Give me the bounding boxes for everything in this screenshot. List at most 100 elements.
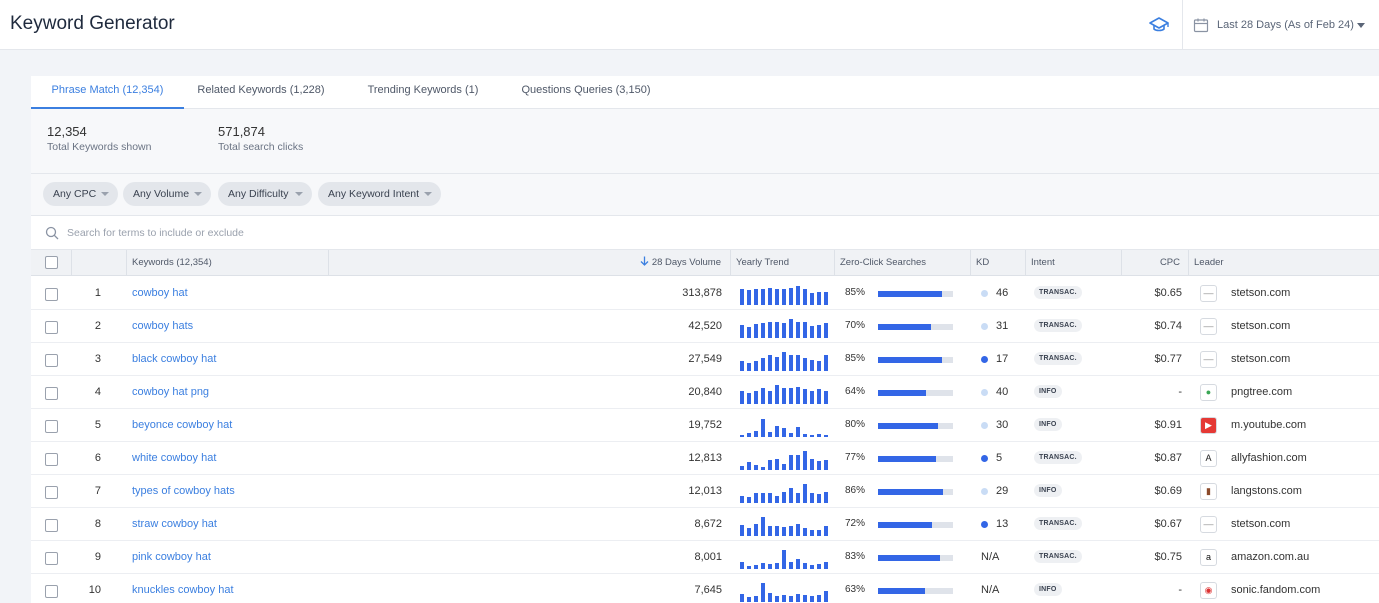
table-row[interactable]: 4 cowboy hat png 20,840 64% 40 INFO - ● pngtree.…: [31, 376, 1379, 409]
trend-bar: [740, 325, 744, 338]
keyword-link[interactable]: pink cowboy hat: [132, 541, 211, 573]
volume-value: 27,549: [688, 353, 722, 365]
search-input[interactable]: [67, 223, 667, 243]
keyword-link[interactable]: white cowboy hat: [132, 442, 216, 474]
trend-bar: [810, 530, 814, 536]
leader-domain[interactable]: stetson.com: [1231, 310, 1290, 342]
header-cpc[interactable]: CPC: [1121, 250, 1188, 276]
stetson-icon: ––: [1200, 516, 1217, 533]
leader-domain[interactable]: allyfashion.com: [1231, 442, 1307, 474]
row-checkbox[interactable]: [45, 585, 58, 598]
zero-click-value: 85%: [845, 353, 866, 364]
trend-bar: [768, 322, 772, 338]
tab-questions-queries[interactable]: Questions Queries (3,150): [511, 76, 661, 109]
trend-bar: [768, 460, 772, 470]
filter-volume[interactable]: Any Volume: [123, 182, 211, 206]
header-trend[interactable]: Yearly Trend: [730, 250, 834, 276]
row-checkbox[interactable]: [45, 453, 58, 466]
table-row[interactable]: 6 white cowboy hat 12,813 77% 5 TRANSAC. $0.87…: [31, 442, 1379, 475]
trend-bar: [761, 493, 765, 503]
chevron-down-icon: [101, 192, 109, 196]
table-row[interactable]: 7 types of cowboy hats 12,013 86% 29 INFO $0.6…: [31, 475, 1379, 508]
intent-badge: TRANSAC.: [1034, 517, 1082, 530]
header-keywords[interactable]: Keywords (12,354): [126, 250, 328, 276]
trend-bar: [740, 466, 744, 470]
select-all-checkbox[interactable]: [45, 256, 58, 269]
date-range-picker[interactable]: Last 28 Days (As of Feb 24): [1193, 0, 1365, 49]
kd-value: 17: [996, 353, 1009, 365]
leader-domain[interactable]: stetson.com: [1231, 508, 1290, 540]
stat-total-keywords: 12,354 Total Keywords shown: [47, 124, 151, 153]
keyword-link[interactable]: cowboy hat png: [132, 376, 209, 408]
row-rank: 5: [94, 419, 101, 431]
trend-bar: [803, 563, 807, 569]
trend-bar: [761, 467, 765, 470]
calendar-icon: [1193, 18, 1209, 32]
volume-value: 7,645: [694, 584, 722, 596]
table-row[interactable]: 5 beyonce cowboy hat 19,752 80% 30 INFO $0.91 ▶…: [31, 409, 1379, 442]
leader-domain[interactable]: m.youtube.com: [1231, 409, 1306, 441]
trend-bar: [810, 493, 814, 503]
table-row[interactable]: 2 cowboy hats 42,520 70% 31 TRANSAC. $0.74 –– st…: [31, 310, 1379, 343]
leader-domain[interactable]: sonic.fandom.com: [1231, 574, 1320, 603]
row-checkbox[interactable]: [45, 519, 58, 532]
trend-bar: [824, 460, 828, 470]
row-checkbox[interactable]: [45, 552, 58, 565]
trend-bar: [796, 286, 800, 305]
tab-phrase-match[interactable]: Phrase Match (12,354): [31, 76, 184, 109]
leader-domain[interactable]: stetson.com: [1231, 277, 1290, 309]
leader-domain[interactable]: stetson.com: [1231, 343, 1290, 375]
row-checkbox[interactable]: [45, 354, 58, 367]
table-row[interactable]: 8 straw cowboy hat 8,672 72% 13 TRANSAC. $0.67…: [31, 508, 1379, 541]
trend-bar: [796, 322, 800, 338]
stetson-icon: ––: [1200, 351, 1217, 368]
chevron-down-icon: [424, 192, 432, 196]
trend-bar: [761, 517, 765, 536]
keyword-link[interactable]: beyonce cowboy hat: [132, 409, 232, 441]
row-checkbox[interactable]: [45, 321, 58, 334]
keyword-link[interactable]: cowboy hat: [132, 277, 188, 309]
header-zero-click[interactable]: Zero-Click Searches: [834, 250, 970, 276]
trend-bar: [796, 387, 800, 404]
zero-click-value: 70%: [845, 320, 866, 331]
row-checkbox[interactable]: [45, 387, 58, 400]
kd-value: 46: [996, 287, 1009, 299]
zero-click-value: 80%: [845, 419, 866, 430]
filter-cpc[interactable]: Any CPC: [43, 182, 118, 206]
trend-bar: [824, 391, 828, 404]
row-checkbox[interactable]: [45, 288, 58, 301]
table-row[interactable]: 3 black cowboy hat 27,549 85% 17 TRANSAC. $0.7…: [31, 343, 1379, 376]
filter-difficulty[interactable]: Any Difficulty: [218, 182, 312, 206]
leader-domain[interactable]: amazon.com.au: [1231, 541, 1309, 573]
table-row[interactable]: 1 cowboy hat 313,878 85% 46 TRANSAC. $0.65 –– st…: [31, 277, 1379, 310]
row-checkbox[interactable]: [45, 486, 58, 499]
row-rank: 8: [94, 518, 101, 530]
keyword-link[interactable]: knuckles cowboy hat: [132, 574, 234, 603]
trend-bar: [789, 433, 793, 437]
header-leader[interactable]: Leader: [1188, 250, 1379, 276]
filter-keyword-intent[interactable]: Any Keyword Intent: [318, 182, 441, 206]
header-kd[interactable]: KD: [970, 250, 1025, 276]
table-row[interactable]: 10 knuckles cowboy hat 7,645 63% N/A INFO - ◉ so…: [31, 574, 1379, 603]
header-volume[interactable]: 28 Days Volume: [328, 250, 730, 276]
table-row[interactable]: 9 pink cowboy hat 8,001 83% N/A TRANSAC. $0.75…: [31, 541, 1379, 574]
zero-click-bar: [878, 324, 953, 330]
tab-trending-keywords[interactable]: Trending Keywords (1): [358, 76, 488, 109]
leader-domain[interactable]: pngtree.com: [1231, 376, 1292, 408]
header-intent[interactable]: Intent: [1025, 250, 1121, 276]
kd-value: 40: [996, 386, 1009, 398]
langstons-icon: ▮: [1200, 483, 1217, 500]
keyword-link[interactable]: cowboy hats: [132, 310, 193, 342]
keyword-link[interactable]: black cowboy hat: [132, 343, 216, 375]
leader-domain[interactable]: langstons.com: [1231, 475, 1302, 507]
trend-sparkline: [740, 383, 831, 404]
keyword-link[interactable]: types of cowboy hats: [132, 475, 235, 507]
zero-click-value: 86%: [845, 485, 866, 496]
keyword-link[interactable]: straw cowboy hat: [132, 508, 217, 540]
tab-related-keywords[interactable]: Related Keywords (1,228): [191, 76, 331, 109]
trend-bar: [747, 393, 751, 404]
keyword-panel: Phrase Match (12,354) Related Keywords (…: [31, 76, 1379, 603]
zero-click-value: 77%: [845, 452, 866, 463]
graduation-cap-icon[interactable]: [1149, 15, 1169, 35]
row-checkbox[interactable]: [45, 420, 58, 433]
